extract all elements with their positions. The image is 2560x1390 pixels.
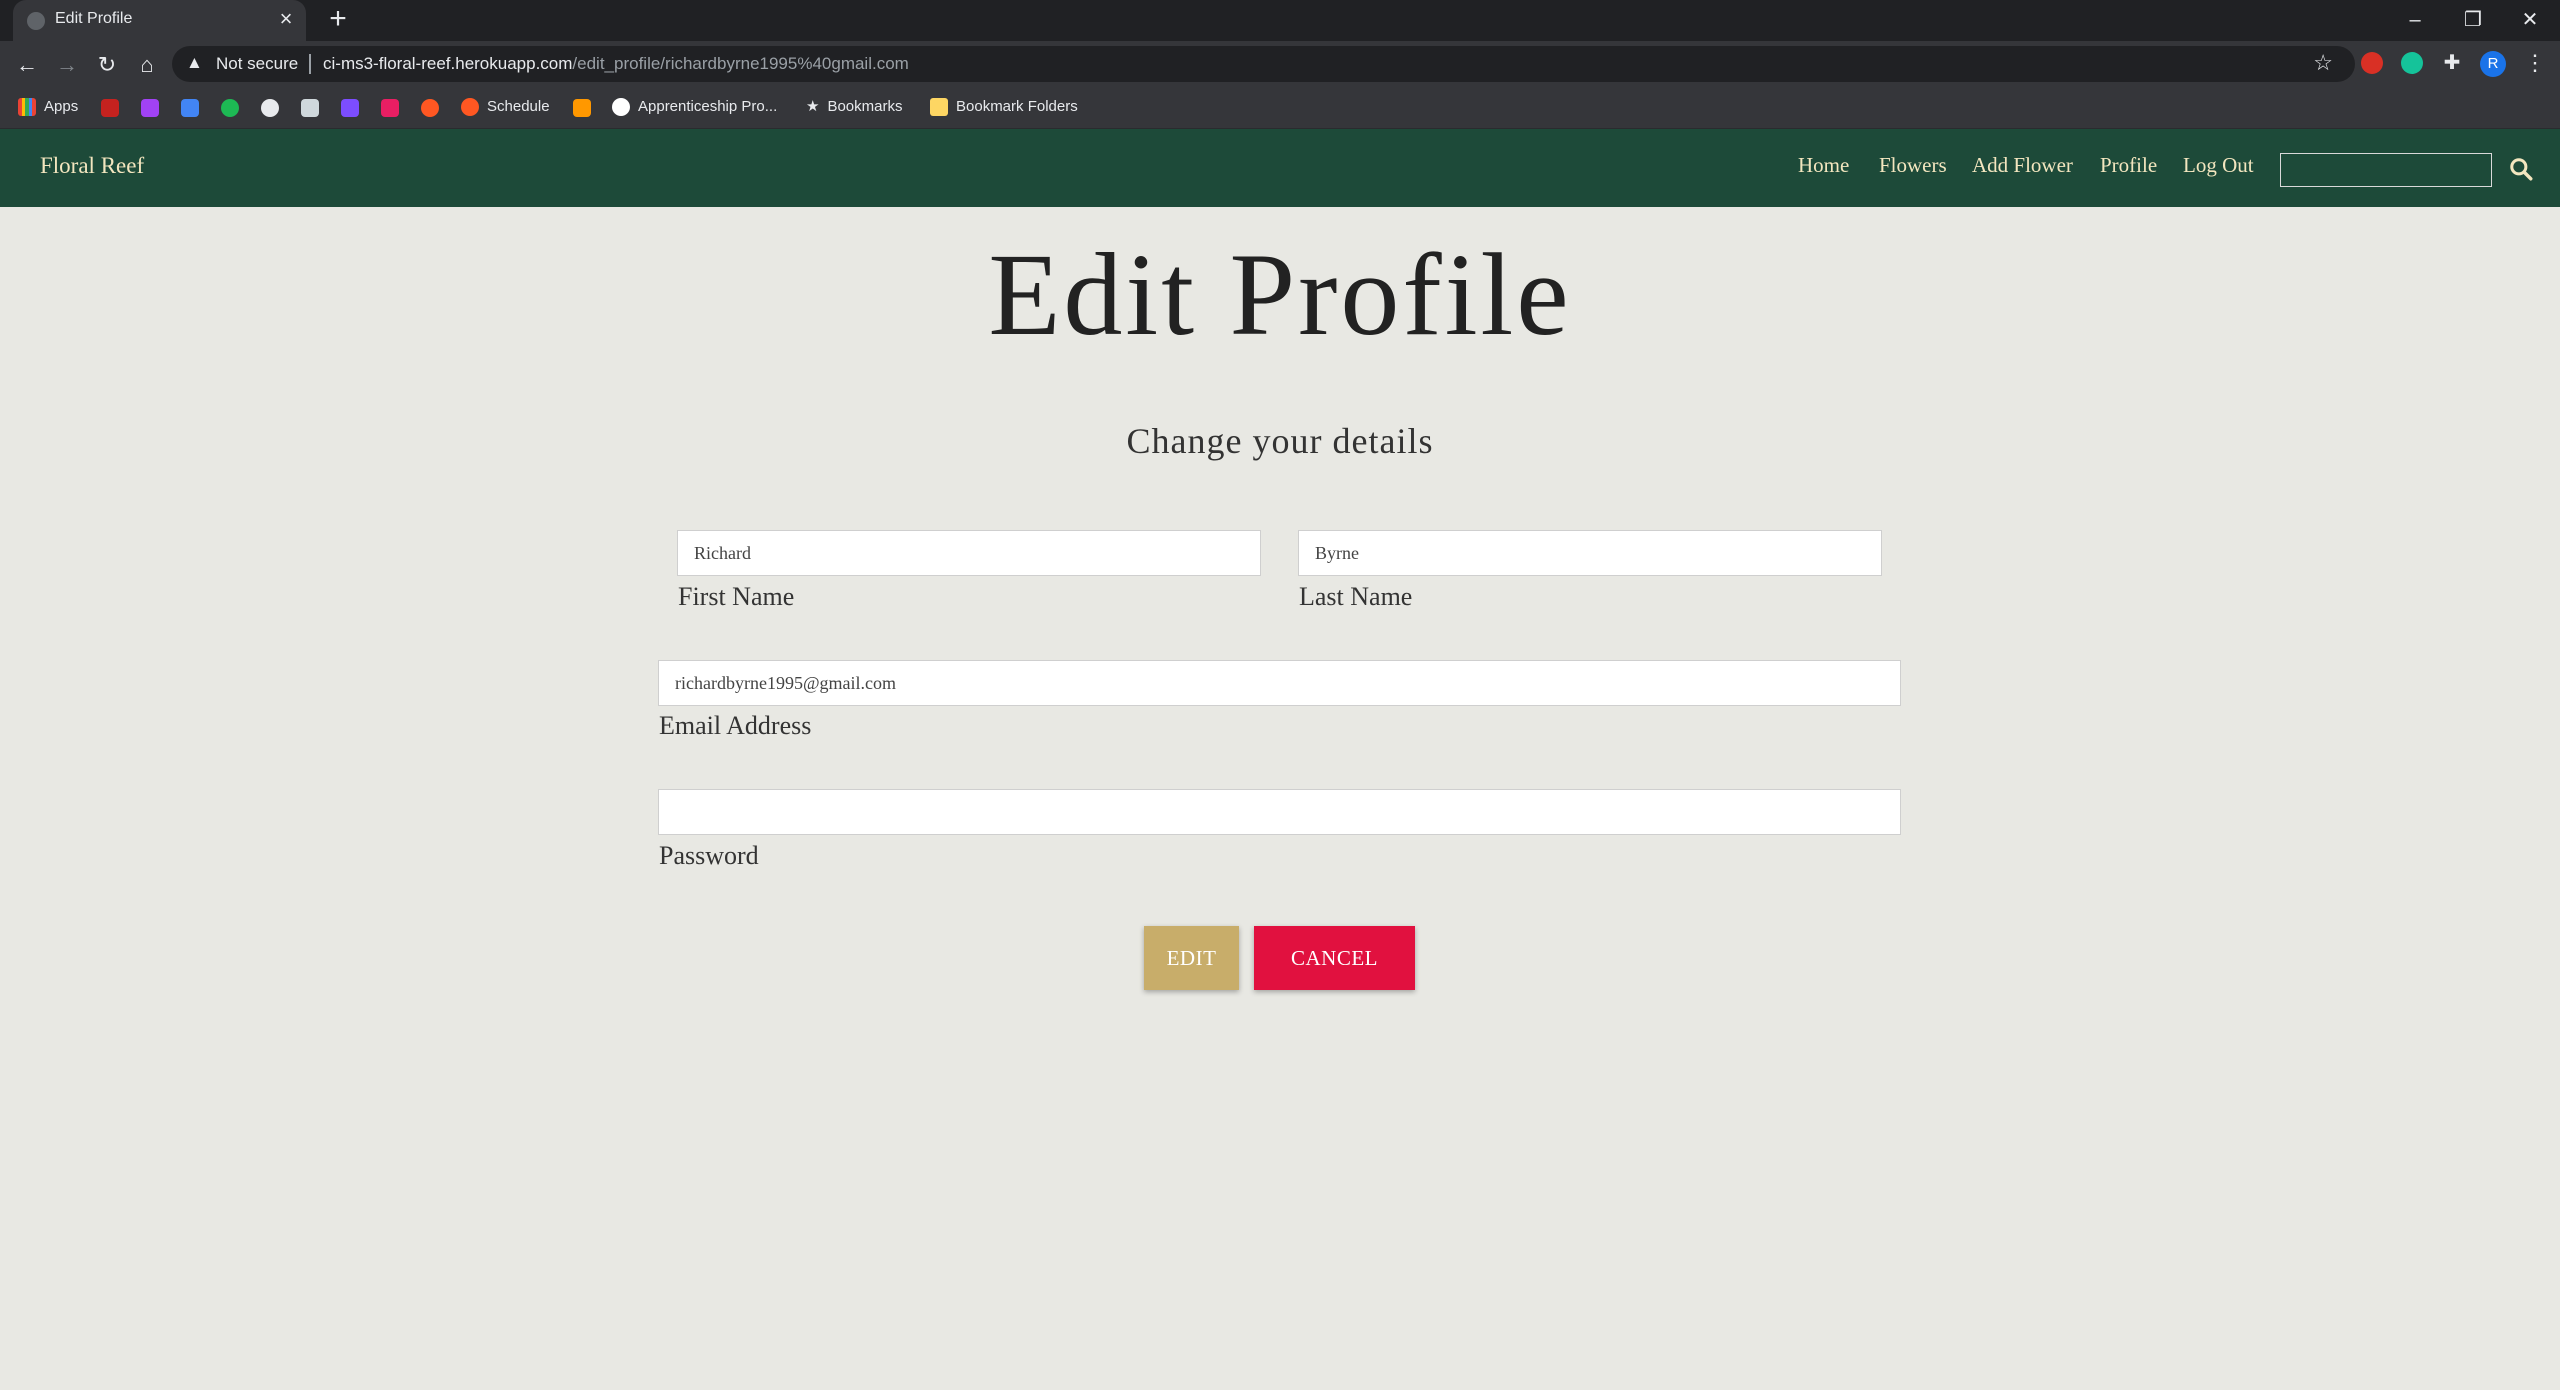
grammarly-icon[interactable] xyxy=(2401,52,2423,74)
page-subtitle: Change your details xyxy=(1126,421,1434,461)
last-name-label: Last Name xyxy=(1299,582,1413,611)
email-input[interactable] xyxy=(658,660,1901,706)
browser-toolbar: ← → ↻ ⌂ ▲ Not secure ci-ms3-floral-reef.… xyxy=(0,41,2560,88)
reload-icon[interactable]: ↻ xyxy=(92,50,122,80)
separator xyxy=(309,54,311,74)
nav-link-flowers[interactable]: Flowers xyxy=(1879,153,1947,178)
gmail-icon[interactable] xyxy=(101,99,119,117)
restore-icon[interactable]: ❐ xyxy=(2458,6,2488,34)
circle-icon[interactable] xyxy=(421,99,439,117)
brand-logo[interactable]: Floral Reef xyxy=(40,153,144,179)
spotify-icon[interactable] xyxy=(221,99,239,117)
browser-tab[interactable]: Edit Profile × xyxy=(13,0,306,41)
bookmark-bookmarks-label: Bookmarks xyxy=(827,98,903,115)
nav-link-logout[interactable]: Log Out xyxy=(2183,153,2254,178)
browser-tabstrip: Edit Profile × + – ❐ ✕ xyxy=(0,0,2560,41)
last-name-input[interactable] xyxy=(1298,530,1882,576)
site-navbar: Floral Reef Home Flowers Add Flower Prof… xyxy=(0,129,2560,207)
extension-hand-icon[interactable] xyxy=(2361,52,2383,74)
apps-grid-icon xyxy=(18,98,36,117)
puzzle-icon[interactable]: ✚ xyxy=(2441,52,2463,74)
window-close-icon[interactable]: ✕ xyxy=(2515,6,2545,34)
nav-link-home[interactable]: Home xyxy=(1798,153,1849,178)
calendar-icon[interactable] xyxy=(181,99,199,117)
bookmark-star-icon[interactable]: ☆ xyxy=(2313,50,2333,76)
github-icon[interactable] xyxy=(261,99,279,117)
url-text: ci-ms3-floral-reef.herokuapp.com/edit_pr… xyxy=(323,54,909,74)
bookmark-apprenticeship-label: Apprenticeship Pro... xyxy=(638,98,778,115)
slack-icon[interactable] xyxy=(381,99,399,117)
profile-avatar[interactable]: R xyxy=(2480,51,2506,77)
bookmark-apprenticeship[interactable]: Apprenticeship Pro... xyxy=(612,96,777,118)
fox-icon[interactable] xyxy=(573,99,591,117)
bookmark-apps-label: Apps xyxy=(44,98,79,115)
url-path: /edit_profile/richardbyrne1995%40gmail.c… xyxy=(572,54,909,73)
nav-link-add-flower[interactable]: Add Flower xyxy=(1972,153,2073,178)
bookmarks-bar: Apps Schedule Apprenticeship Pro... ★ Boo… xyxy=(0,88,2560,129)
minimize-icon[interactable]: – xyxy=(2400,6,2430,34)
first-name-label: First Name xyxy=(678,582,795,611)
bookmark-schedule[interactable]: Schedule xyxy=(461,96,550,118)
docs-icon[interactable] xyxy=(301,99,319,117)
first-name-input[interactable] xyxy=(677,530,1261,576)
bookmark-bookmarks[interactable]: ★ Bookmarks xyxy=(806,96,902,118)
list-icon[interactable] xyxy=(341,99,359,117)
bookmark-folders[interactable]: Bookmark Folders xyxy=(930,96,1078,118)
close-icon[interactable]: × xyxy=(274,8,298,32)
bookmark-schedule-label: Schedule xyxy=(487,98,550,115)
forward-icon[interactable]: → xyxy=(52,50,82,80)
bookmark-apps[interactable]: Apps xyxy=(18,96,78,118)
google-icon xyxy=(612,98,630,117)
tab-title: Edit Profile xyxy=(55,10,133,27)
address-bar[interactable]: ▲ Not secure ci-ms3-floral-reef.herokuap… xyxy=(172,46,2355,82)
star-icon: ★ xyxy=(806,98,820,115)
page-title: Edit Profile xyxy=(988,229,1572,360)
nav-link-profile[interactable]: Profile xyxy=(2100,153,2157,178)
email-label: Email Address xyxy=(659,711,812,740)
search-icon[interactable] xyxy=(2508,156,2534,182)
home-icon[interactable]: ⌂ xyxy=(132,50,162,80)
back-icon[interactable]: ← xyxy=(12,50,42,80)
password-input[interactable] xyxy=(658,789,1901,835)
security-label: Not secure xyxy=(216,54,299,73)
url-host: ci-ms3-floral-reef.herokuapp.com xyxy=(323,54,573,73)
cancel-button[interactable]: Cancel xyxy=(1254,926,1415,990)
new-tab-button[interactable]: + xyxy=(323,4,353,34)
edit-button[interactable]: Edit xyxy=(1144,926,1239,990)
password-label: Password xyxy=(659,841,759,870)
folder-icon xyxy=(930,98,948,117)
bookmark-folders-label: Bookmark Folders xyxy=(956,98,1078,115)
nav-search-input[interactable] xyxy=(2280,153,2492,187)
warning-icon: ▲ xyxy=(186,53,203,72)
globe-icon xyxy=(27,12,45,30)
schedule-icon xyxy=(461,98,479,117)
menu-icon[interactable]: ⋮ xyxy=(2524,49,2546,77)
app-icon[interactable] xyxy=(141,99,159,117)
